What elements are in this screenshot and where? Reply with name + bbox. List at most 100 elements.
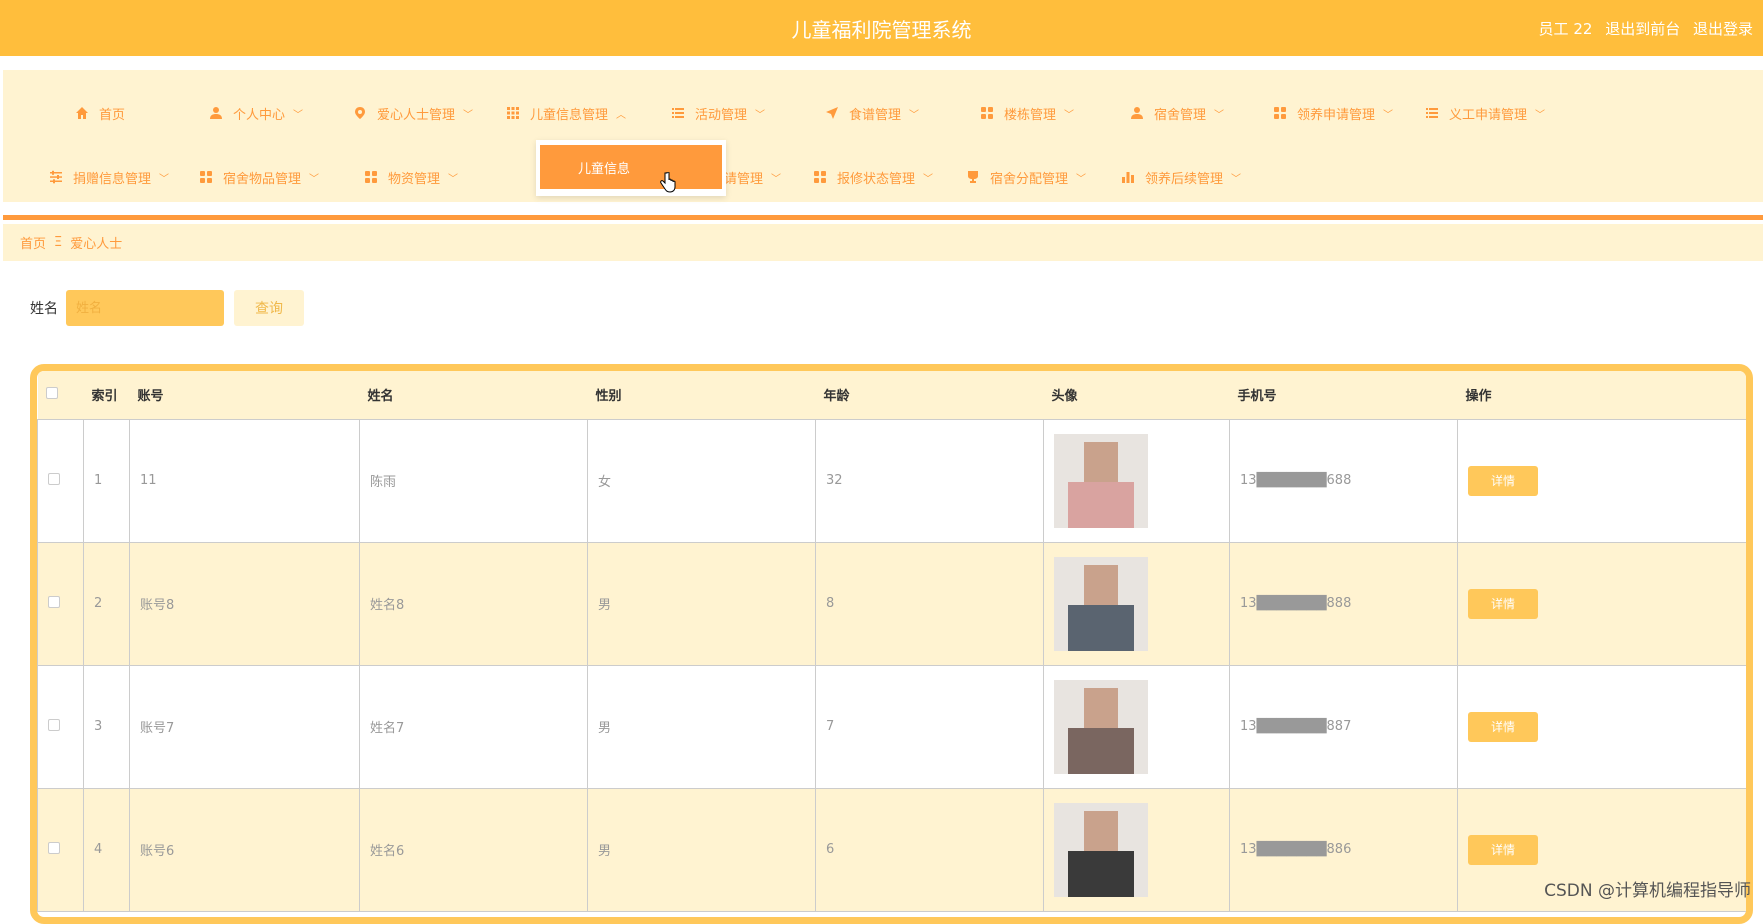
nav-item-label: 个人中心 <box>233 107 286 123</box>
cell-index: 1 <box>83 418 130 543</box>
apps-icon <box>364 170 378 184</box>
data-table-container: 索引 账号 姓名 性别 年龄 头像 手机号 操作 1 11 陈雨女 32 13█████… <box>30 364 1753 924</box>
data-table: 索引 账号 姓名 性别 年龄 头像 手机号 操作 1 11 陈雨女 32 13█████… <box>37 371 1746 912</box>
cell-name: 陈雨 <box>359 418 588 543</box>
breadcrumb-home[interactable]: 首页 <box>20 233 46 252</box>
row-checkbox-cell[interactable] <box>37 664 84 789</box>
cell-account: 11 <box>129 418 360 543</box>
nav-item-r1-7[interactable]: 宿舍管理 ﹀ <box>1130 98 1224 128</box>
cell-gender: 男 <box>587 787 816 912</box>
cell-avatar <box>1043 787 1230 912</box>
app-title: 儿童福利院管理系统 <box>791 18 972 42</box>
search-label: 姓名 <box>30 301 58 317</box>
header-actions: 员工 22 退出到前台 退出登录 <box>1531 18 1753 39</box>
nav-item-r1-6[interactable]: 楼栋管理 ﹀ <box>980 98 1074 128</box>
detail-button[interactable]: 详情 <box>1468 588 1538 619</box>
name-search-input[interactable] <box>66 290 224 326</box>
apps-icon <box>199 170 213 184</box>
nav-item-label: 义工申请管理 <box>1449 107 1528 123</box>
row-checkbox-cell[interactable] <box>37 541 84 666</box>
row-checkbox-cell[interactable] <box>37 418 84 543</box>
header-phone: 手机号 <box>1229 371 1458 419</box>
nav-item-r2-5[interactable]: 宿舍分配管理 ﹀ <box>966 162 1086 192</box>
header-index: 索引 <box>83 371 130 419</box>
detail-button[interactable]: 详情 <box>1468 834 1538 865</box>
nav-item-r2-6[interactable]: 领养后续管理 ﹀ <box>1121 162 1241 192</box>
cell-gender: 女 <box>587 418 816 543</box>
cell-account: 账号6 <box>129 787 360 912</box>
header-actions: 操作 <box>1457 371 1746 419</box>
cell-gender: 男 <box>587 541 816 666</box>
nav-item-label: 楼栋管理 <box>1004 107 1057 123</box>
cell-index: 2 <box>83 541 130 666</box>
cell-phone: 13███████888 <box>1229 541 1458 666</box>
avatar <box>1054 433 1148 528</box>
nav-item-label: 领养申请管理 <box>1297 107 1376 123</box>
chevron-down-icon: ﹀ <box>293 109 304 121</box>
chevron-down-icon: ﹀ <box>1064 109 1075 121</box>
apps-icon <box>1273 106 1287 120</box>
avatar <box>1054 802 1148 897</box>
breadcrumb-current: 爱心人士 <box>70 237 123 252</box>
cell-phone: 13███████688 <box>1229 418 1458 543</box>
nav-item-r1-9[interactable]: 义工申请管理 ﹀ <box>1425 98 1545 128</box>
nav-item-r2-2[interactable]: 物资管理 ﹀ <box>364 162 458 192</box>
apps-icon <box>980 106 994 120</box>
user-icon <box>209 106 223 120</box>
query-button[interactable]: 查询 <box>234 290 304 326</box>
cell-name: 姓名6 <box>359 787 588 912</box>
cell-phone: 13███████886 <box>1229 787 1458 912</box>
nav-item-r1-3[interactable]: 儿童信息管理 ︿ <box>506 98 626 128</box>
row-checkbox[interactable] <box>48 718 60 731</box>
nav-item-r1-1[interactable]: 个人中心 ﹀ <box>209 98 303 128</box>
cell-gender: 男 <box>587 664 816 789</box>
avatar <box>1054 679 1148 774</box>
row-checkbox-cell[interactable] <box>37 787 84 912</box>
row-checkbox[interactable] <box>48 472 60 485</box>
nav-item-r2-0[interactable]: 捐赠信息管理 ﹀ <box>49 162 169 192</box>
cell-avatar <box>1043 418 1230 543</box>
select-all-cell[interactable] <box>37 371 84 419</box>
nav-item-r1-0[interactable]: 首页 <box>75 98 125 128</box>
top-bar: 儿童福利院管理系统 员工 22 退出到前台 退出登录 <box>0 0 1763 56</box>
nav-item-label: 报修状态管理 <box>837 171 916 187</box>
nav-item-r1-2[interactable]: 爱心人士管理 ﹀ <box>353 98 473 128</box>
logout-link[interactable]: 退出登录 <box>1693 20 1753 38</box>
apps-icon <box>813 170 827 184</box>
nav-item-r2-4[interactable]: 报修状态管理 ﹀ <box>813 162 933 192</box>
cell-age: 8 <box>815 541 1044 666</box>
header-name: 姓名 <box>359 371 588 419</box>
to-front-link[interactable]: 退出到前台 <box>1605 20 1680 38</box>
row-checkbox[interactable] <box>48 841 60 854</box>
nav-item-r1-8[interactable]: 领养申请管理 ﹀ <box>1273 98 1393 128</box>
select-all-checkbox[interactable] <box>45 386 58 399</box>
cell-actions[interactable]: 详情 <box>1457 664 1746 789</box>
avatar <box>1054 556 1148 651</box>
chevron-down-icon: ﹀ <box>1231 173 1242 185</box>
bar-chart-icon <box>1121 170 1135 184</box>
nav-item-label: 活动管理 <box>695 107 748 123</box>
detail-button[interactable]: 详情 <box>1468 711 1538 742</box>
cell-phone: 13███████887 <box>1229 664 1458 789</box>
nav-item-r1-4[interactable]: 活动管理 ﹀ <box>671 98 765 128</box>
list-icon <box>1425 106 1439 120</box>
chevron-down-icon: ﹀ <box>463 109 474 121</box>
nav-item-label: 宿舍物品管理 <box>223 171 302 187</box>
cell-name: 姓名8 <box>359 541 588 666</box>
nav-item-r1-5[interactable]: 食谱管理 ﹀ <box>825 98 919 128</box>
chevron-down-icon: ﹀ <box>1535 109 1546 121</box>
nav-item-label: 领养后续管理 <box>1145 171 1224 187</box>
cell-actions[interactable]: 详情 <box>1457 418 1746 543</box>
chevron-down-icon: ﹀ <box>1383 109 1394 121</box>
cell-actions[interactable]: 详情 <box>1457 541 1746 666</box>
dropdown-menu: 儿童信息 <box>536 140 726 196</box>
header-gender: 性别 <box>587 371 816 419</box>
sliders-icon <box>49 170 63 184</box>
current-user: 员工 22 <box>1538 20 1593 38</box>
detail-button[interactable]: 详情 <box>1468 465 1538 496</box>
nav-item-r2-1[interactable]: 宿舍物品管理 ﹀ <box>199 162 319 192</box>
dropdown-item-child-info[interactable]: 儿童信息 <box>540 145 722 189</box>
chevron-up-icon: ︿ <box>616 109 627 121</box>
row-checkbox[interactable] <box>48 595 60 608</box>
table-row: 4 账号6 姓名6 男 6 13███████886 详情 <box>37 787 1746 912</box>
